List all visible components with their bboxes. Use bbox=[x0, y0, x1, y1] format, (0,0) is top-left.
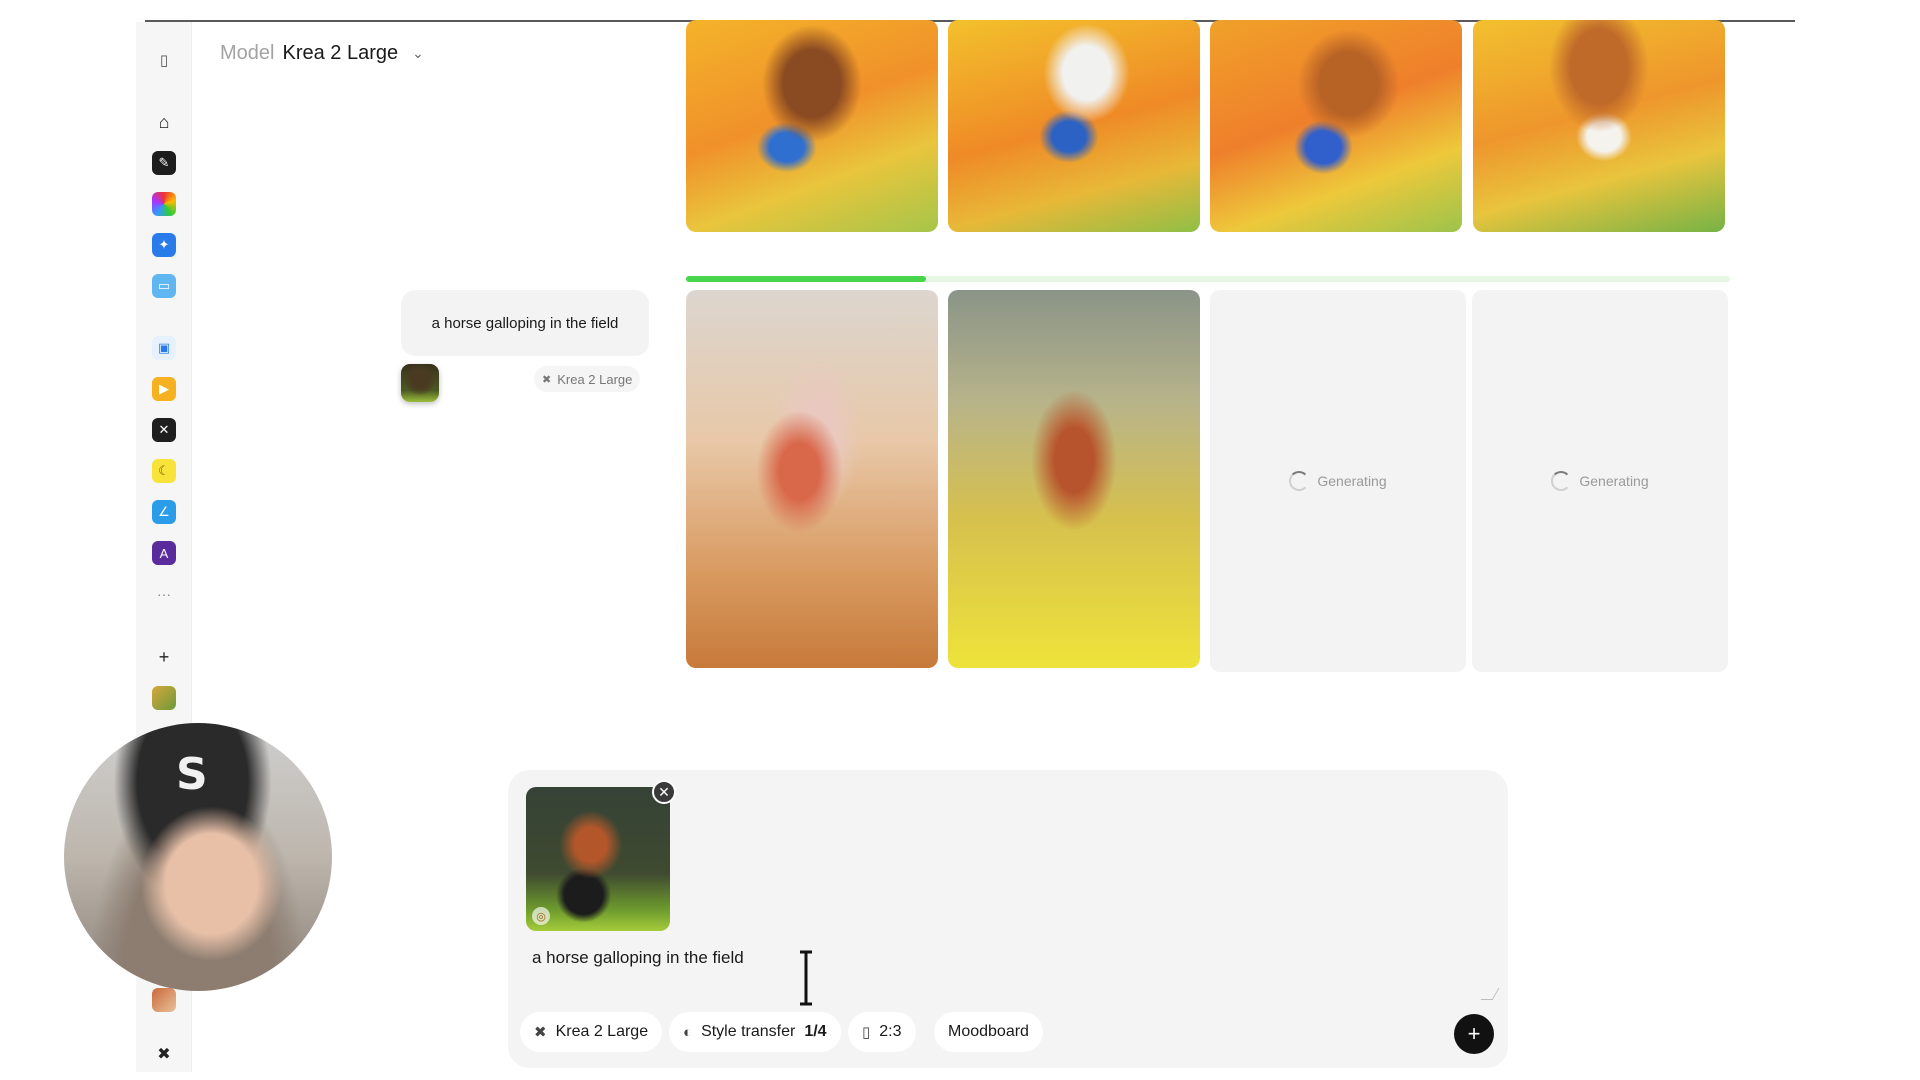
style-transfer-label: Style transfer bbox=[701, 1023, 796, 1040]
generated-image[interactable] bbox=[1210, 20, 1462, 232]
webcam-overlay: S bbox=[64, 723, 332, 991]
color-wheel-icon[interactable] bbox=[152, 192, 176, 216]
prompt-bubble-text: a horse galloping in the field bbox=[431, 314, 619, 332]
aspect-ratio-button[interactable]: ▯ 2:3 bbox=[848, 1012, 916, 1052]
generated-image[interactable] bbox=[686, 20, 938, 232]
generated-image[interactable] bbox=[1473, 20, 1725, 232]
video-icon[interactable]: ▶ bbox=[152, 377, 176, 401]
attached-image[interactable]: ◎ bbox=[526, 787, 670, 931]
pending-image: Generating bbox=[1472, 290, 1728, 672]
krea-logo-icon[interactable]: ✖ bbox=[152, 1042, 176, 1066]
model-pill-button[interactable]: ✖ Krea 2 Large bbox=[520, 1012, 663, 1052]
generating-image[interactable] bbox=[686, 290, 938, 668]
spinner-icon bbox=[1551, 471, 1572, 491]
banana-icon[interactable]: ☾ bbox=[152, 459, 176, 483]
prompt-bubble[interactable]: a horse galloping in the field bbox=[401, 290, 649, 356]
enhance-icon[interactable]: ✦ bbox=[152, 233, 176, 257]
moodboard-button[interactable]: Moodboard bbox=[934, 1012, 1043, 1052]
palette-icon: ◐ bbox=[683, 1023, 693, 1041]
style-transfer-badge-icon: ◎ bbox=[532, 907, 550, 925]
project-thumbnail[interactable] bbox=[152, 686, 176, 710]
generation-progress-fill bbox=[686, 276, 927, 282]
app-a-icon[interactable]: A bbox=[152, 541, 176, 565]
prompt-composer: ◎ ✕ ✖ Krea 2 Large ◐ Style transfer 1/4 … bbox=[508, 770, 1508, 1068]
generate-button[interactable]: + bbox=[1454, 1014, 1494, 1054]
spinner-icon bbox=[1289, 471, 1310, 491]
model-chip: ✖ Krea 2 Large bbox=[534, 366, 641, 392]
more-icon[interactable]: ··· bbox=[152, 582, 176, 606]
aspect-ratio-label: 2:3 bbox=[879, 1023, 902, 1040]
generating-label: Generating bbox=[1317, 473, 1387, 489]
chevron-down-icon: ⌄ bbox=[412, 45, 424, 61]
reference-image-thumbnail[interactable] bbox=[401, 364, 439, 402]
generated-image[interactable] bbox=[948, 20, 1200, 232]
moodboard-label: Moodboard bbox=[948, 1023, 1029, 1040]
remove-attachment-button[interactable]: ✕ bbox=[652, 780, 676, 804]
sidebar-toggle-icon[interactable]: ▯ bbox=[152, 48, 176, 72]
generating-image[interactable] bbox=[948, 290, 1200, 668]
app-window: ▯ ⌂ ✎ ✦ ▭ ▣ ▶ ✕ ☾ ∠ A ··· + ✖ Model Krea… bbox=[0, 0, 1920, 1080]
cap-logo-letter: S bbox=[176, 749, 208, 800]
realtime-icon[interactable]: ✕ bbox=[152, 418, 176, 442]
project-thumbnail[interactable] bbox=[152, 988, 176, 1012]
style-transfer-count: 1/4 bbox=[804, 1023, 827, 1040]
model-selector[interactable]: Model Krea 2 Large ⌄ bbox=[220, 42, 424, 65]
krea-logo-icon: ✖ bbox=[542, 373, 552, 386]
krea-logo-icon: ✖ bbox=[534, 1024, 547, 1041]
pen-icon[interactable]: ✎ bbox=[152, 151, 176, 175]
portrait-frame-icon: ▯ bbox=[862, 1024, 871, 1041]
folder-icon[interactable]: ▭ bbox=[152, 274, 176, 298]
prompt-input[interactable] bbox=[532, 948, 1232, 968]
home-icon[interactable]: ⌂ bbox=[152, 110, 176, 134]
image-edit-icon[interactable]: ▣ bbox=[152, 336, 176, 360]
generation-progress-bar bbox=[686, 276, 1730, 282]
model-pill-label: Krea 2 Large bbox=[555, 1023, 649, 1040]
resize-handle-icon[interactable] bbox=[1480, 988, 1500, 1000]
model-label: Model bbox=[220, 42, 275, 64]
plus-icon[interactable]: + bbox=[152, 645, 176, 669]
model-chip-label: Krea 2 Large bbox=[557, 371, 633, 387]
generating-label: Generating bbox=[1579, 473, 1649, 489]
edit-icon[interactable]: ∠ bbox=[152, 500, 176, 524]
model-value: Krea 2 Large bbox=[282, 42, 399, 64]
style-transfer-button[interactable]: ◐ Style transfer 1/4 bbox=[669, 1012, 841, 1052]
text-cursor-icon bbox=[800, 950, 812, 1006]
pending-image: Generating bbox=[1210, 290, 1466, 672]
